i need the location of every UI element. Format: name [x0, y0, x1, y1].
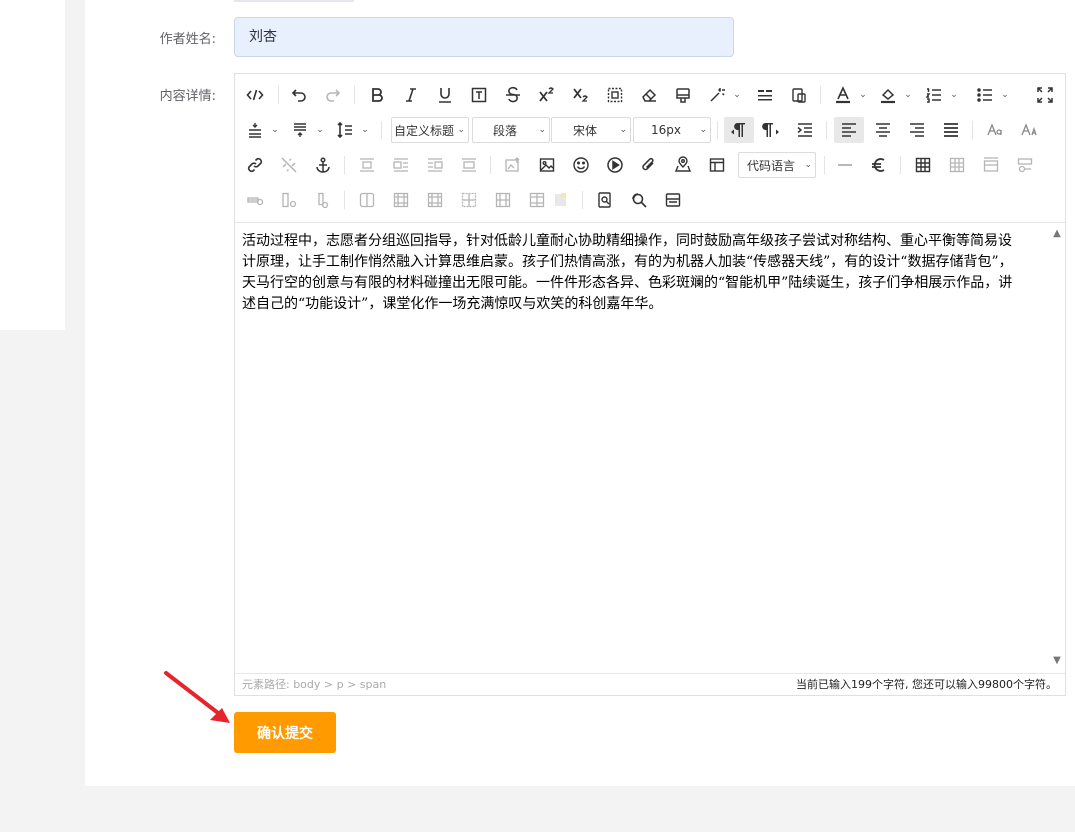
strikethrough-icon[interactable] [500, 82, 526, 108]
to-lowercase-icon[interactable] [982, 117, 1008, 143]
insert-frame-icon[interactable] [704, 152, 730, 178]
font-color-icon[interactable] [830, 82, 856, 108]
font-color-dropdown-icon[interactable]: ⌄ [858, 82, 868, 108]
align-right-icon[interactable] [904, 117, 930, 143]
redo-icon[interactable] [320, 82, 346, 108]
to-uppercase-icon[interactable] [1016, 117, 1042, 143]
split-to-rows-icon[interactable] [490, 187, 516, 213]
insert-col-icon[interactable] [276, 187, 302, 213]
insert-row-icon[interactable] [1012, 152, 1038, 178]
rtl-direction-icon[interactable] [758, 117, 784, 143]
insert-table-icon[interactable] [910, 152, 936, 178]
author-name-input[interactable]: 刘杏 [234, 17, 734, 57]
preview-icon[interactable] [592, 187, 618, 213]
row-spacing-bottom-dropdown-icon[interactable]: ⌄ [315, 117, 325, 143]
underline-icon[interactable] [432, 82, 458, 108]
row-spacing-top-dropdown-icon[interactable]: ⌄ [270, 117, 280, 143]
scroll-down-arrow-icon[interactable]: ▼ [1051, 655, 1063, 667]
special-char-icon[interactable] [866, 152, 892, 178]
align-center-icon[interactable] [870, 117, 896, 143]
superscript-icon[interactable] [534, 82, 560, 108]
left-panel [0, 0, 65, 330]
horizontal-rule-icon[interactable] [832, 152, 858, 178]
bold-icon[interactable] [364, 82, 390, 108]
align-left-icon[interactable] [834, 117, 864, 143]
content-paragraph: 活动过程中，志愿者分组巡回指导，针对低龄儿童耐心协助精细操作，同时鼓励高年级孩子… [242, 233, 1013, 312]
editor-toolbar: ⌄ ⌄ ⌄ ⌄ ⌄ ⌄ ⌄ ⌄ 自定义标题⌄ 段落⌄ 宋体⌄ 16px⌄ [235, 74, 1065, 222]
font-family-select[interactable]: 宋体 ⌄ [551, 117, 631, 143]
line-height-dropdown-icon[interactable]: ⌄ [360, 117, 370, 143]
blockquote-icon[interactable] [752, 82, 778, 108]
indent-icon[interactable] [792, 117, 818, 143]
ordered-list-dropdown-icon[interactable]: ⌄ [949, 82, 959, 108]
italic-icon[interactable] [398, 82, 424, 108]
magic-wand-dropdown-icon[interactable]: ⌄ [732, 82, 742, 108]
ordered-list-icon[interactable] [921, 82, 947, 108]
word-count: 当前已输入199个字符, 您还可以输入99800个字符。 [796, 678, 1057, 691]
fullscreen-icon[interactable] [1032, 82, 1058, 108]
format-painter-icon[interactable] [670, 82, 696, 108]
background-color-dropdown-icon[interactable]: ⌄ [903, 82, 913, 108]
element-path: 元素路径: body > p > span [242, 678, 387, 691]
previous-field-edge [234, 0, 354, 2]
anchor-icon[interactable] [310, 152, 336, 178]
insert-paragraph-before-table-icon[interactable] [978, 152, 1004, 178]
custom-heading-select[interactable]: 自定义标题 ⌄ [391, 117, 469, 143]
image-right-icon[interactable] [422, 152, 448, 178]
rich-text-editor: ⌄ ⌄ ⌄ ⌄ ⌄ ⌄ ⌄ ⌄ 自定义标题⌄ 段落⌄ 宋体⌄ 16px⌄ [234, 73, 1066, 696]
merge-cells-icon[interactable] [354, 187, 380, 213]
paragraph-format-select[interactable]: 段落 ⌄ [472, 117, 550, 143]
background-color-icon[interactable] [875, 82, 901, 108]
chart-icon[interactable] [548, 187, 574, 213]
undo-icon[interactable] [286, 82, 312, 108]
simple-upload-icon[interactable] [500, 152, 526, 178]
source-code-icon[interactable] [242, 82, 268, 108]
align-justify-icon[interactable] [938, 117, 964, 143]
delete-table-icon[interactable] [944, 152, 970, 178]
insert-video-icon[interactable] [602, 152, 628, 178]
ltr-direction-icon[interactable] [724, 117, 754, 143]
link-icon[interactable] [242, 152, 268, 178]
paste-plain-icon[interactable] [786, 82, 812, 108]
code-language-select[interactable]: 代码语言 ⌄ [738, 152, 816, 178]
unlink-icon[interactable] [276, 152, 302, 178]
line-height-icon[interactable] [332, 117, 358, 143]
split-to-cols-icon[interactable] [524, 187, 550, 213]
editor-content-area[interactable]: 活动过程中，志愿者分组巡回指导，针对低龄儿童耐心协助精细操作，同时鼓励高年级孩子… [235, 222, 1065, 674]
attachment-icon[interactable] [636, 152, 662, 178]
delete-row-icon[interactable] [242, 187, 268, 213]
row-spacing-top-icon[interactable] [242, 117, 268, 143]
image-center-icon[interactable] [456, 152, 482, 178]
text-border-icon[interactable] [466, 82, 492, 108]
font-size-select[interactable]: 16px ⌄ [633, 117, 711, 143]
author-label: 作者姓名: [159, 32, 216, 47]
subscript-icon[interactable] [568, 82, 594, 108]
image-none-icon[interactable] [354, 152, 380, 178]
split-to-cells-icon[interactable] [456, 187, 482, 213]
delete-col-icon[interactable] [310, 187, 336, 213]
select-all-icon[interactable] [602, 82, 628, 108]
annotation-arrow-icon [164, 671, 230, 723]
scroll-up-arrow-icon[interactable]: ▲ [1051, 228, 1063, 240]
merge-right-icon[interactable] [388, 187, 414, 213]
map-icon[interactable] [670, 152, 696, 178]
insert-image-icon[interactable] [534, 152, 560, 178]
unordered-list-dropdown-icon[interactable]: ⌄ [1000, 82, 1010, 108]
merge-down-icon[interactable] [422, 187, 448, 213]
search-replace-icon[interactable] [626, 187, 652, 213]
unordered-list-icon[interactable] [972, 82, 998, 108]
magic-wand-icon[interactable] [704, 82, 730, 108]
eraser-icon[interactable] [636, 82, 662, 108]
editor-status-bar: 元素路径: body > p > span 当前已输入199个字符, 您还可以输… [235, 673, 1065, 695]
submit-button[interactable]: 确认提交 [234, 712, 336, 753]
image-left-icon[interactable] [388, 152, 414, 178]
row-spacing-bottom-icon[interactable] [287, 117, 313, 143]
content-label: 内容详情: [159, 89, 216, 104]
drafts-icon[interactable] [660, 187, 686, 213]
emotion-icon[interactable] [568, 152, 594, 178]
